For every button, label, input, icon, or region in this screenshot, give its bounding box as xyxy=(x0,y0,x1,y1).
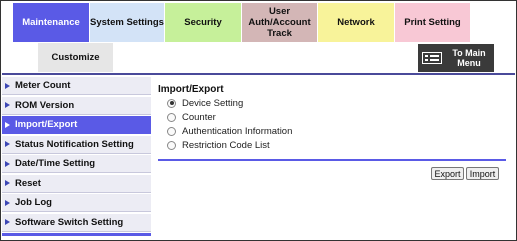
triangle-right-icon xyxy=(5,199,10,206)
sidebar-item-label: ROM Version xyxy=(15,99,75,111)
tab-security[interactable]: Security xyxy=(165,3,241,42)
sidebar-item-label: Reset xyxy=(15,177,41,189)
sidebar-item-job-log[interactable]: Job Log xyxy=(2,194,151,212)
radio-label: Counter xyxy=(182,111,216,123)
page-title: Import/Export xyxy=(158,84,224,95)
sidebar-item-label: Job Log xyxy=(15,197,52,208)
radio-counter[interactable]: Counter xyxy=(167,111,216,123)
sidebar-item-status-notification-setting[interactable]: Status Notification Setting xyxy=(2,135,151,154)
tab-user-auth-account-track[interactable]: User Auth/Account Track xyxy=(242,3,317,42)
triangle-right-icon xyxy=(5,141,10,147)
radio-button[interactable] xyxy=(167,140,176,150)
sidebar-item-software-switch-setting[interactable]: Software Switch Setting xyxy=(2,213,151,232)
sidebar-item-label: Import/Export xyxy=(15,119,78,130)
sidebar-bottom-rule xyxy=(2,233,151,236)
to-main-menu-button[interactable]: To Main Menu xyxy=(418,44,494,72)
radio-device-setting[interactable]: Device Setting xyxy=(167,97,243,109)
tab-label: Security xyxy=(184,17,222,28)
triangle-right-icon xyxy=(5,219,10,225)
header-divider xyxy=(2,73,515,75)
sidebar-item-label: Meter Count xyxy=(15,80,71,91)
tab-label: Print Setting xyxy=(404,17,461,28)
sidebar-item-import-export[interactable]: Import/Export xyxy=(2,116,151,134)
radio-label: Device Setting xyxy=(182,97,244,109)
radio-authentication-information[interactable]: Authentication Information xyxy=(167,125,292,137)
sidebar-item-meter-count[interactable]: Meter Count xyxy=(2,77,151,95)
import-button[interactable]: Import xyxy=(466,167,499,180)
tab-system-settings[interactable]: System Settings xyxy=(90,3,164,42)
tab-network[interactable]: Network xyxy=(318,3,394,42)
tab-customize[interactable]: Customize xyxy=(38,43,113,72)
sidebar: Meter Count ROM Version Import/Export St… xyxy=(2,77,151,233)
content-divider xyxy=(158,159,506,161)
tab-label: Maintenance xyxy=(22,17,80,28)
triangle-right-icon xyxy=(5,160,10,167)
sidebar-item-rom-version[interactable]: ROM Version xyxy=(2,96,151,115)
radio-label: Authentication Information xyxy=(182,125,293,137)
triangle-right-icon xyxy=(5,180,10,186)
sidebar-item-label: Date/Time Setting xyxy=(15,158,96,169)
radio-label: Restriction Code List xyxy=(182,139,270,151)
triangle-right-icon xyxy=(5,82,10,89)
export-button[interactable]: Export xyxy=(431,167,464,180)
to-main-menu-label: To Main Menu xyxy=(452,48,486,68)
radio-button[interactable] xyxy=(167,112,176,122)
sidebar-item-date-time-setting[interactable]: Date/Time Setting xyxy=(2,155,151,173)
tab-label: Network xyxy=(337,17,375,28)
radio-button[interactable] xyxy=(167,98,176,108)
radio-button[interactable] xyxy=(167,126,176,136)
tab-maintenance[interactable]: Maintenance xyxy=(13,3,89,42)
main-menu-icon xyxy=(422,52,442,64)
triangle-right-icon xyxy=(5,121,10,128)
sidebar-item-reset[interactable]: Reset xyxy=(2,174,151,193)
tab-label: System Settings xyxy=(90,17,164,28)
radio-restriction-code-list[interactable]: Restriction Code List xyxy=(167,139,270,151)
tab-label: Customize xyxy=(51,52,100,63)
sidebar-item-label: Software Switch Setting xyxy=(15,216,124,228)
tab-print-setting[interactable]: Print Setting xyxy=(395,3,470,42)
triangle-right-icon xyxy=(5,102,10,108)
tab-label: User Auth/Account Track xyxy=(248,6,311,39)
sidebar-item-label: Status Notification Setting xyxy=(15,138,134,150)
